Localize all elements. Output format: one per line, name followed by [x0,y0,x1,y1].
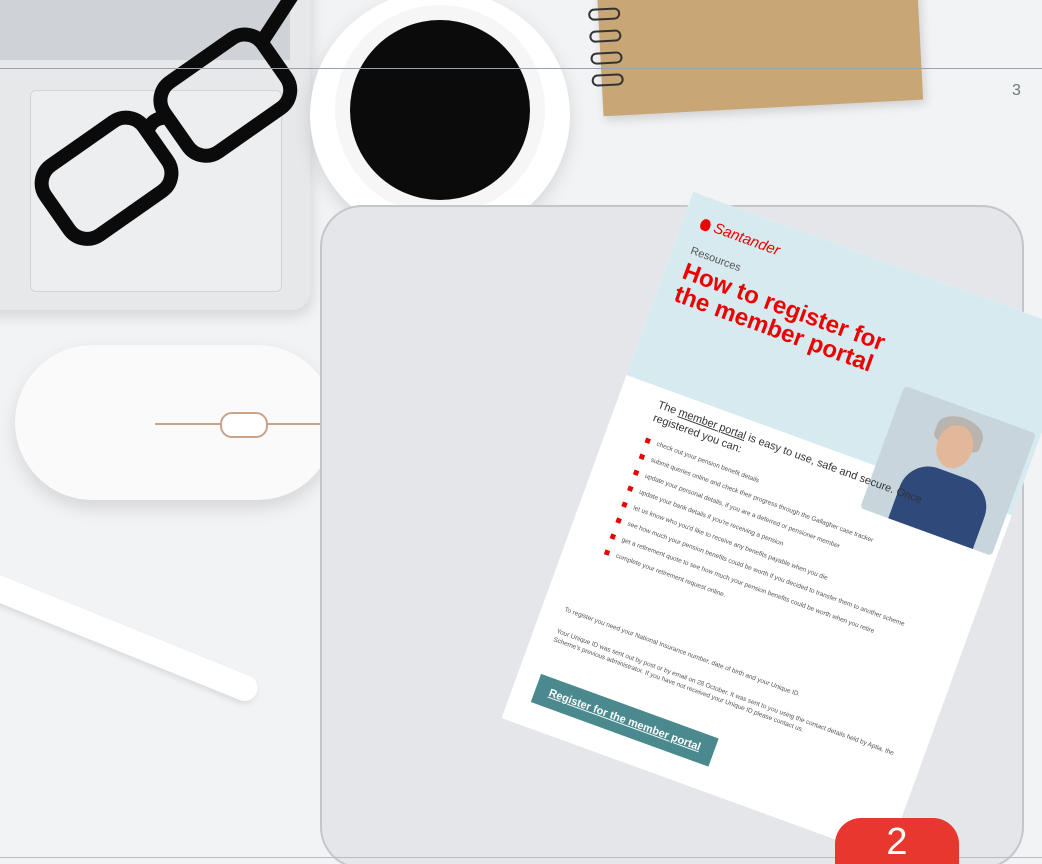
glasses-lens-left [34,110,179,246]
notebook-ring [590,51,623,65]
pen [0,560,262,705]
notebook-ring [591,73,624,87]
glasses [34,0,312,246]
section-tab[interactable]: 2 [835,818,959,864]
notebook-ring [587,7,621,21]
coffee [350,20,530,200]
page-number: 3 [1012,82,1021,99]
section-tab-label: 2 [886,821,908,863]
flame-icon [698,217,713,233]
notebook [587,0,924,117]
photo-scene: alt option 3 Santander Reso [0,0,1042,864]
glasses-bridge [140,110,169,135]
notebook-ring [589,29,622,43]
mouse-wheel [220,412,268,438]
computer-mouse [15,345,335,500]
glasses-lens-right [153,27,298,163]
header-rule [0,68,1042,69]
